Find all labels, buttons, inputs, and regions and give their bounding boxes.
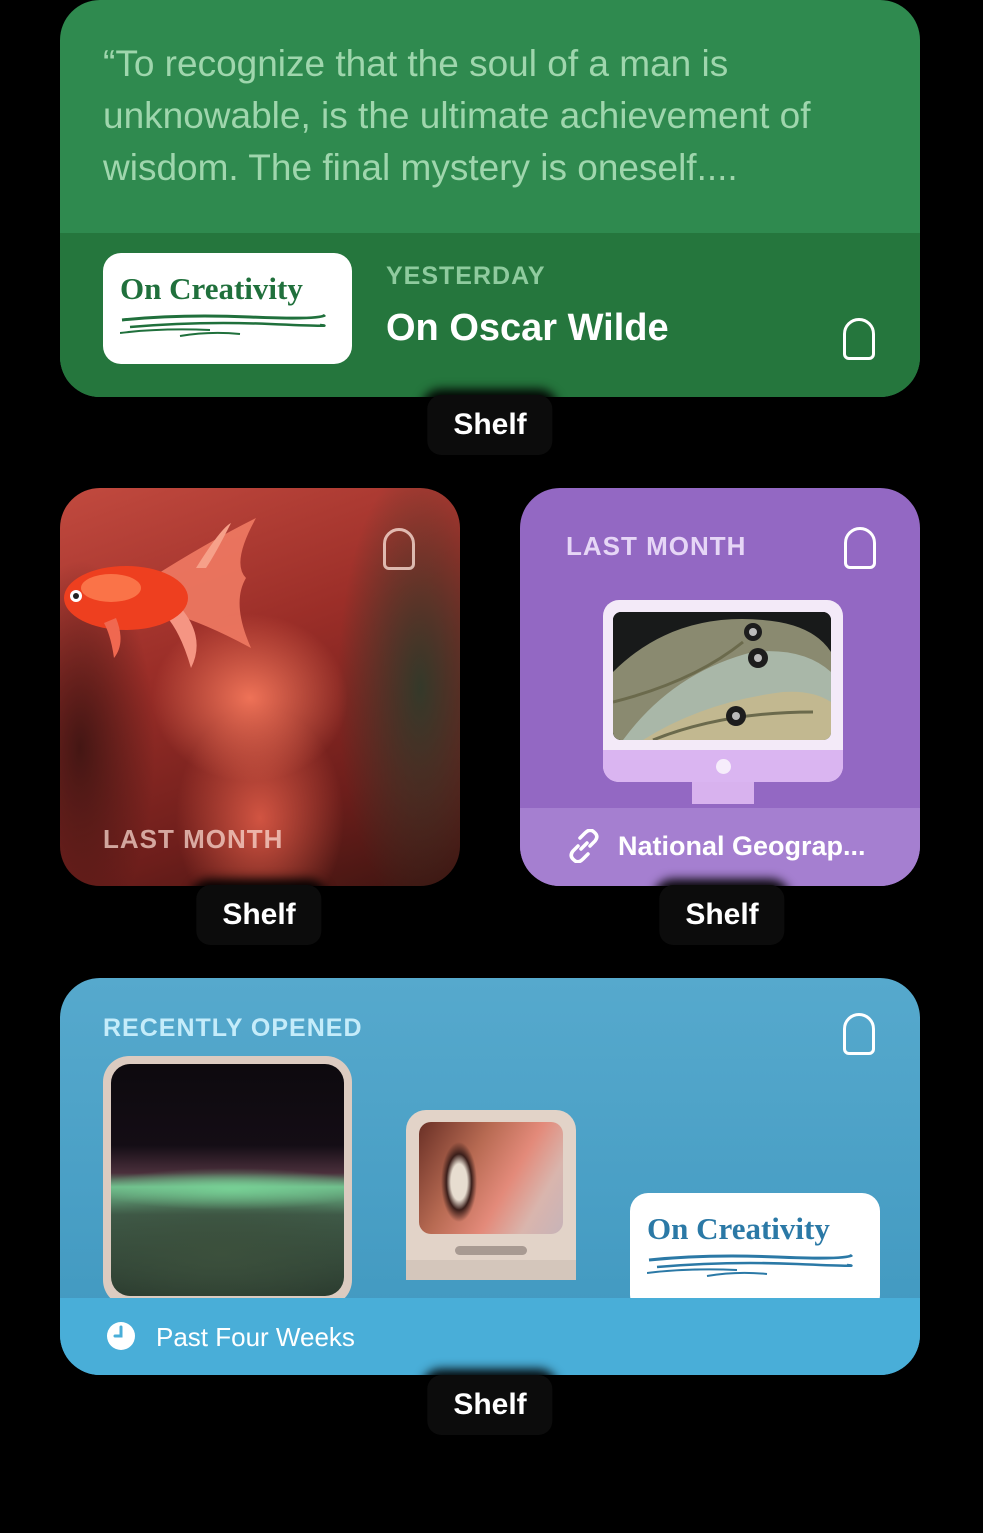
- link-icon: [569, 829, 599, 863]
- scribble-icon: [647, 1253, 854, 1277]
- section-heading: RECENTLY OPENED: [103, 1014, 363, 1042]
- logo-text: On Creativity: [647, 1211, 830, 1246]
- logo-text: On Creativity: [120, 271, 303, 306]
- butterfly-wing-image: [613, 612, 831, 740]
- quote-text: “To recognize that the soul of a man is …: [103, 43, 811, 188]
- shelf-label: Shelf: [196, 885, 322, 945]
- aurora-thumbnail[interactable]: [103, 1056, 352, 1306]
- mac-base: [406, 1260, 576, 1280]
- shelf-label: Shelf: [427, 395, 553, 455]
- book-logo: On Creativity: [103, 253, 352, 364]
- shelf-label: Shelf: [659, 885, 785, 945]
- book-logo[interactable]: On Creativity: [630, 1193, 880, 1313]
- footer-text: Past Four Weeks: [156, 1322, 355, 1352]
- goldfish-image: [64, 518, 256, 668]
- bookmark-icon: [843, 318, 875, 360]
- time-label: LAST MONTH: [566, 531, 747, 561]
- link-title: National Geograp...: [618, 831, 866, 861]
- moth-wing-image: [419, 1122, 563, 1234]
- bookmark-icon: [844, 527, 876, 569]
- aurora-image: [111, 1064, 344, 1296]
- item-title: On Oscar Wilde: [386, 307, 669, 349]
- bookmark-icon: [383, 528, 415, 570]
- time-label: YESTERDAY: [386, 262, 546, 290]
- quote-widget[interactable]: “To recognize that the soul of a man is …: [60, 0, 920, 397]
- monitor-thumbnail: [603, 600, 843, 782]
- mac-thumbnail[interactable]: [406, 1110, 576, 1280]
- bookmark-icon: [843, 1013, 875, 1055]
- monitor-dot: [716, 759, 731, 774]
- time-label: LAST MONTH: [103, 824, 284, 854]
- photo-widget[interactable]: LAST MONTH: [60, 488, 460, 886]
- monitor-stand: [692, 782, 754, 804]
- recent-widget[interactable]: RECENTLY OPENED On Creativity Past Four …: [60, 978, 920, 1375]
- mac-slot: [455, 1246, 527, 1255]
- clock-icon: [107, 1322, 135, 1350]
- shelf-label: Shelf: [427, 1375, 553, 1435]
- link-widget[interactable]: LAST MONTH National Geograp...: [520, 488, 920, 886]
- scribble-icon: [120, 313, 327, 337]
